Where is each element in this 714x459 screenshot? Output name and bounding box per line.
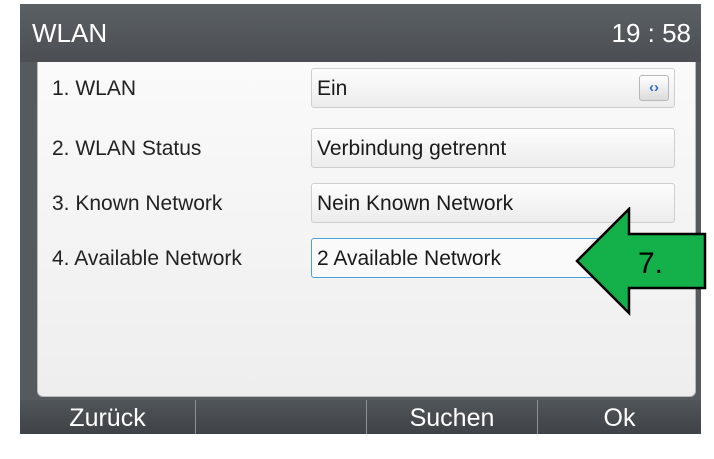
arrow-left-icon: 7. bbox=[575, 207, 707, 317]
search-softkey[interactable]: Suchen bbox=[367, 400, 538, 434]
row-label: 2. WLAN Status bbox=[52, 137, 202, 160]
back-softkey[interactable]: Zurück bbox=[20, 400, 196, 434]
wlan-status-field[interactable]: Verbindung getrennt bbox=[311, 128, 675, 168]
field-value: Nein Known Network bbox=[317, 192, 514, 215]
field-value: Verbindung getrennt bbox=[317, 137, 507, 160]
row-label: 1. WLAN bbox=[52, 77, 137, 100]
title-bar: WLAN 19 : 58 bbox=[20, 4, 701, 62]
empty-softkey[interactable] bbox=[196, 400, 367, 434]
softkey-bar: Zurück Suchen Ok bbox=[20, 400, 701, 434]
wlan-select[interactable]: Ein ‹› bbox=[311, 68, 675, 108]
clock: 19 : 58 bbox=[611, 18, 691, 48]
list-item-wlan[interactable]: 1. WLAN Ein ‹› bbox=[38, 64, 695, 114]
row-label: 3. Known Network bbox=[52, 192, 223, 215]
ok-softkey[interactable]: Ok bbox=[538, 400, 701, 434]
annotation-label: 7. bbox=[638, 247, 663, 280]
list-item-wlan-status[interactable]: 2. WLAN Status Verbindung getrennt bbox=[38, 124, 695, 174]
row-label: 4. Available Network bbox=[52, 247, 242, 270]
field-value: 2 Available Network bbox=[317, 247, 502, 270]
field-value: Ein bbox=[317, 77, 348, 100]
switch-arrows-icon[interactable]: ‹› bbox=[639, 75, 669, 101]
page-title: WLAN bbox=[32, 18, 108, 48]
